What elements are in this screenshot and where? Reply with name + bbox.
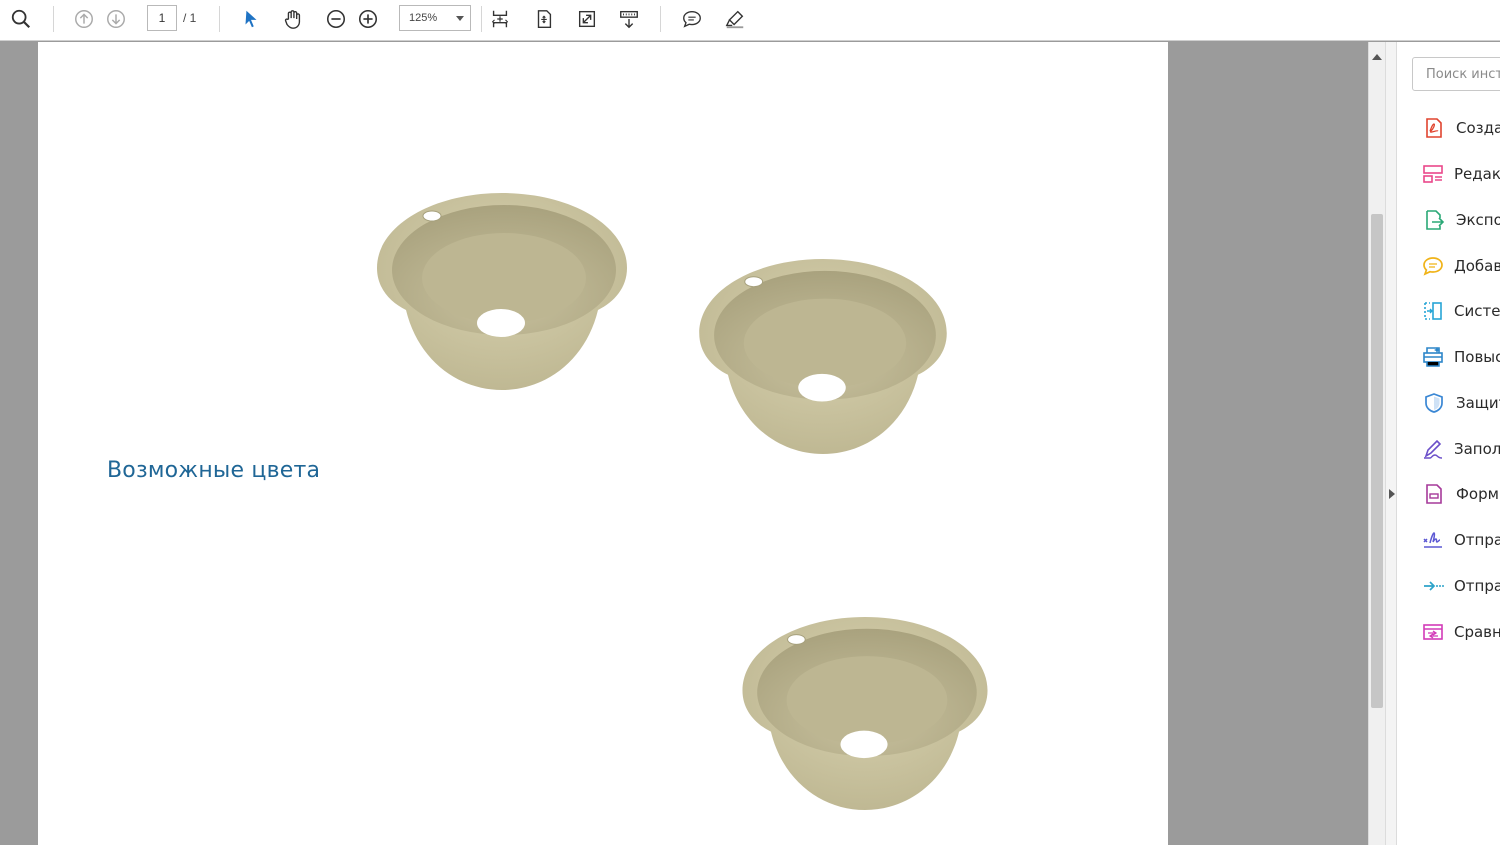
- pdf-page: Возможные цвета: [38, 42, 1168, 845]
- organize-pages-icon: [1421, 298, 1445, 324]
- prev-page-icon[interactable]: [70, 5, 98, 33]
- document-heading: Возможные цвета: [107, 458, 321, 483]
- toolbar-separator: [660, 6, 661, 32]
- tool-search-input[interactable]: Поиск инструментов: [1412, 57, 1500, 91]
- fit-page-icon[interactable]: [486, 5, 514, 33]
- select-cursor-icon[interactable]: [237, 5, 265, 33]
- chevron-down-icon: [456, 16, 464, 21]
- zoom-in-icon[interactable]: [354, 5, 382, 33]
- tool-create-pdf[interactable]: Создать PDF: [1421, 113, 1500, 143]
- enhance-scans-icon: [1421, 344, 1445, 370]
- document-gutter: [0, 42, 38, 845]
- tool-protect[interactable]: Защитить: [1421, 388, 1500, 418]
- vertical-scrollbar[interactable]: [1368, 42, 1385, 845]
- tool-enhance-scans[interactable]: Повысить качество сканов: [1421, 342, 1500, 372]
- tool-forms[interactable]: Формы: [1421, 479, 1500, 509]
- sink-image-2: [699, 258, 947, 455]
- tool-compare[interactable]: Сравнить файлы: [1421, 617, 1500, 647]
- tool-fill-sign[interactable]: Заполнить и подписать: [1421, 434, 1500, 464]
- export-pdf-icon: [1421, 207, 1447, 233]
- zoom-value: 125%: [409, 12, 438, 24]
- sink-image-1: [377, 193, 627, 390]
- page-total-label: / 1: [183, 11, 197, 25]
- scroll-mode-icon[interactable]: [615, 5, 643, 33]
- tools-panel-toggle[interactable]: [1385, 42, 1397, 845]
- create-pdf-icon: [1421, 115, 1447, 141]
- document-background: [1168, 42, 1368, 845]
- scroll-up-icon[interactable]: [1372, 54, 1382, 60]
- fit-width-icon[interactable]: [530, 5, 558, 33]
- search-icon[interactable]: [7, 5, 35, 33]
- protect-icon: [1421, 390, 1447, 416]
- tool-organize-pages[interactable]: Систематизировать страницы: [1421, 296, 1500, 326]
- comment-icon[interactable]: [678, 5, 706, 33]
- comment-tool-icon: [1421, 253, 1445, 279]
- zoom-out-icon[interactable]: [322, 5, 350, 33]
- next-page-icon[interactable]: [102, 5, 130, 33]
- edit-pdf-icon: [1421, 161, 1445, 187]
- tool-send-signature[interactable]: Отправить на подпись: [1421, 525, 1500, 555]
- page-number-input[interactable]: [147, 5, 177, 31]
- tool-edit-pdf[interactable]: Редактировать PDF: [1421, 159, 1500, 189]
- compare-icon: [1421, 619, 1445, 645]
- scrollbar-thumb[interactable]: [1371, 214, 1383, 708]
- main-toolbar: / 1 125%: [0, 0, 1500, 41]
- forms-icon: [1421, 481, 1447, 507]
- hand-tool-icon[interactable]: [279, 5, 307, 33]
- send-track-icon: [1421, 573, 1445, 599]
- toolbar-separator: [481, 6, 482, 32]
- send-signature-icon: [1421, 527, 1445, 553]
- fill-sign-icon: [1421, 436, 1445, 462]
- sink-image-3: [742, 616, 988, 811]
- tool-export-pdf[interactable]: Экспорт PDF: [1421, 205, 1500, 235]
- tools-panel: Поиск инструментов Создать PDF Редактиро…: [1397, 42, 1500, 845]
- tool-send-track[interactable]: Отправить и отслеживать: [1421, 571, 1500, 601]
- highlight-pen-icon[interactable]: [721, 5, 749, 33]
- collapse-panel-icon[interactable]: [1389, 489, 1395, 499]
- tool-add-comment[interactable]: Добавить комментарий: [1421, 251, 1500, 281]
- zoom-dropdown[interactable]: 125%: [399, 5, 471, 31]
- full-screen-icon[interactable]: [573, 5, 601, 33]
- toolbar-separator: [53, 6, 54, 32]
- toolbar-separator: [219, 6, 220, 32]
